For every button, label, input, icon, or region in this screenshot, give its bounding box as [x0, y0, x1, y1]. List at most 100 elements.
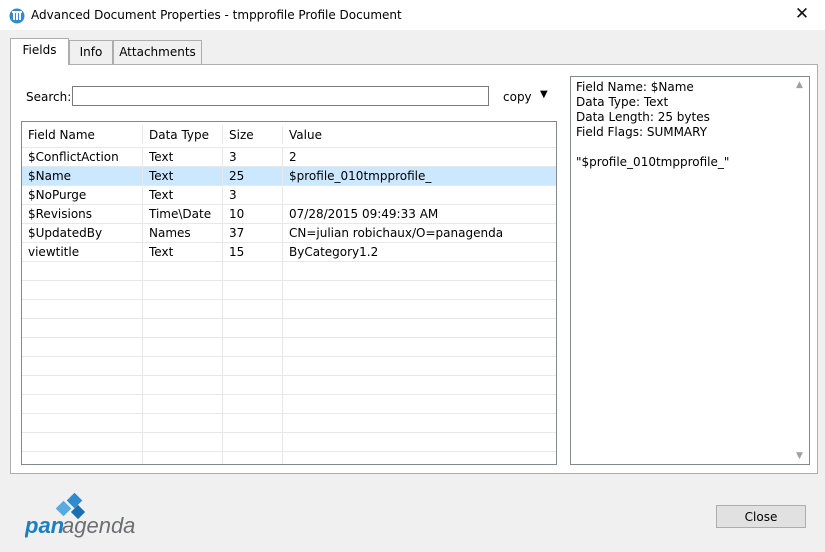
fields-table: Field Name Data Type Size Value $Conflic… — [21, 121, 557, 465]
table-cell — [283, 300, 556, 318]
table-cell — [143, 414, 223, 432]
table-cell — [22, 376, 143, 394]
table-cell: $UpdatedBy — [22, 224, 143, 242]
detail-scrollbar[interactable]: ▲ ▼ — [792, 77, 809, 464]
window-close-icon[interactable]: ✕ — [779, 0, 825, 31]
table-cell — [223, 395, 283, 413]
table-cell — [283, 319, 556, 337]
table-cell — [143, 319, 223, 337]
table-cell — [22, 452, 143, 464]
table-cell: Text — [143, 167, 223, 185]
empty-table-row — [22, 357, 556, 376]
table-cell — [143, 281, 223, 299]
table-cell: 15 — [223, 243, 283, 261]
table-cell — [223, 281, 283, 299]
search-input[interactable] — [72, 86, 489, 106]
table-cell — [223, 262, 283, 280]
table-cell: $Revisions — [22, 205, 143, 223]
table-cell: 25 — [223, 167, 283, 185]
table-cell: 07/28/2015 09:49:33 AM — [289, 207, 439, 221]
field-detail-panel: Field Name: $Name Data Type: Text Data L… — [570, 76, 810, 465]
copy-dropdown-arrow-icon[interactable]: ▼ — [540, 89, 548, 100]
table-cell — [223, 300, 283, 318]
empty-table-row — [22, 433, 556, 452]
window-title: Advanced Document Properties - tmpprofil… — [31, 8, 402, 22]
detail-value: "$profile_010tmpprofile_" — [576, 155, 730, 169]
table-row[interactable]: $NoPurge Text 3 — [22, 186, 556, 205]
scroll-up-icon[interactable]: ▲ — [796, 80, 803, 90]
empty-table-row — [22, 395, 556, 414]
table-cell — [22, 338, 143, 356]
table-cell — [22, 300, 143, 318]
table-cell: viewtitle — [22, 243, 143, 261]
table-cell: 3 — [223, 148, 283, 166]
close-button[interactable]: Close — [716, 505, 806, 528]
empty-table-row — [22, 376, 556, 395]
column-header-data-type[interactable]: Data Type — [143, 125, 223, 144]
table-cell: 10 — [223, 205, 283, 223]
empty-table-row — [22, 319, 556, 338]
table-cell: Text — [143, 243, 223, 261]
table-cell — [22, 281, 143, 299]
column-header-value[interactable]: Value — [283, 126, 556, 144]
table-cell — [22, 395, 143, 413]
table-cell — [143, 395, 223, 413]
table-cell: $NoPurge — [22, 186, 143, 204]
table-cell — [223, 338, 283, 356]
tab-fields[interactable]: Fields — [10, 38, 69, 65]
table-cell — [223, 319, 283, 337]
tab-info[interactable]: Info — [69, 40, 113, 64]
table-cell — [283, 433, 556, 451]
table-cell: 37 — [223, 224, 283, 242]
copy-button[interactable]: copy — [503, 90, 532, 104]
table-cell: Text — [143, 186, 223, 204]
table-cell — [223, 452, 283, 464]
empty-table-row — [22, 338, 556, 357]
table-cell — [283, 338, 556, 356]
table-cell — [283, 376, 556, 394]
table-cell — [283, 414, 556, 432]
table-cell — [143, 433, 223, 451]
table-cell — [143, 262, 223, 280]
column-header-field-name[interactable]: Field Name — [22, 125, 143, 144]
table-row[interactable]: $Name Text 25 $profile_010tmpprofile_ — [22, 167, 556, 186]
table-cell — [22, 414, 143, 432]
title-bar: Advanced Document Properties - tmpprofil… — [0, 0, 825, 31]
table-cell: Names — [143, 224, 223, 242]
empty-table-row — [22, 262, 556, 281]
table-cell — [223, 357, 283, 375]
table-cell — [143, 300, 223, 318]
app-icon — [9, 8, 25, 24]
empty-table-row — [22, 414, 556, 433]
table-cell — [223, 433, 283, 451]
scroll-down-icon[interactable]: ▼ — [796, 451, 803, 461]
detail-data-length: Data Length: 25 bytes — [576, 110, 710, 124]
table-row[interactable]: $ConflictAction Text 3 2 — [22, 148, 556, 167]
empty-table-row — [22, 300, 556, 319]
table-cell — [22, 433, 143, 451]
table-row[interactable]: $Revisions Time\Date 10 07/28/2015 09:49:33… — [22, 205, 556, 224]
fields-tab-panel: Search: copy ▼ Field Name Data Type Size… — [10, 64, 818, 474]
table-cell: 3 — [223, 186, 283, 204]
empty-table-row — [22, 452, 556, 464]
column-header-size[interactable]: Size — [223, 125, 283, 144]
table-row[interactable]: viewtitle Text 15 ByCategory1.2 — [22, 243, 556, 262]
table-cell — [143, 357, 223, 375]
table-cell — [143, 452, 223, 464]
table-cell — [223, 376, 283, 394]
table-cell — [22, 319, 143, 337]
table-cell — [143, 338, 223, 356]
logo-text-pan: pan — [25, 513, 64, 538]
table-cell — [283, 262, 556, 280]
table-cell — [22, 262, 143, 280]
table-cell — [283, 452, 556, 464]
table-cell: Time\Date — [143, 205, 223, 223]
table-cell — [143, 376, 223, 394]
table-cell — [283, 186, 556, 204]
table-row[interactable]: $UpdatedBy Names 37 CN=julian robichaux/O=p… — [22, 224, 556, 243]
panagenda-logo: pan agenda — [25, 493, 135, 538]
tab-attachments[interactable]: Attachments — [113, 40, 202, 64]
empty-table-row — [22, 281, 556, 300]
table-cell: $profile_010tmpprofile_ — [289, 169, 432, 183]
detail-field-name: Field Name: $Name — [576, 80, 694, 94]
